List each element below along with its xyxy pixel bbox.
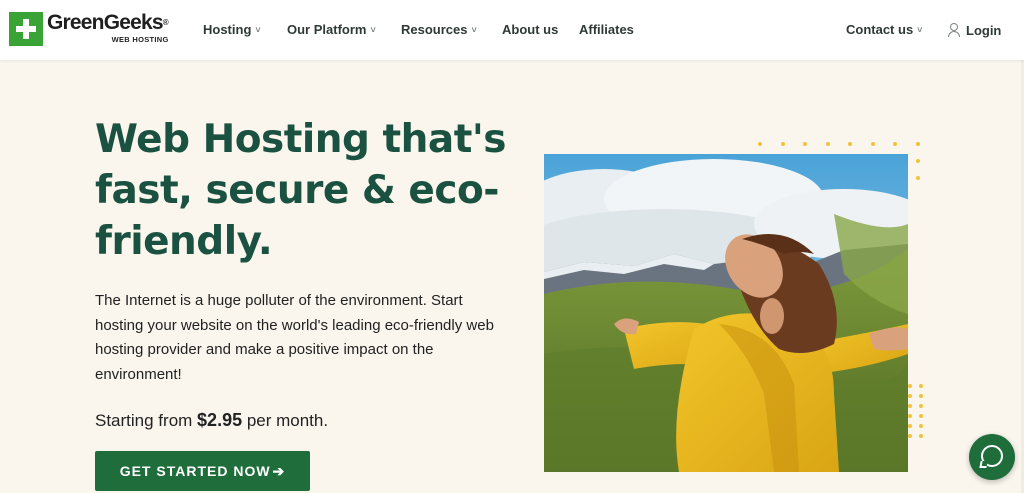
decor-dot <box>825 142 830 146</box>
decor-dot <box>919 394 923 398</box>
decor-dot <box>919 384 923 388</box>
live-chat-button[interactable] <box>969 434 1015 480</box>
arrow-right-icon: ➔ <box>272 462 286 479</box>
decor-dot <box>919 434 923 438</box>
hero-photo <box>544 154 908 472</box>
site-header: GreenGeeks® WEB HOSTING Hosting ˅ Our Pla… <box>0 0 1024 60</box>
chevron-down-icon: ˅ <box>255 25 261 35</box>
decor-dot <box>919 404 923 408</box>
chevron-down-icon: ˅ <box>370 25 376 35</box>
nav-contact-us[interactable]: Contact us ˅ <box>846 22 922 37</box>
plus-logo-icon <box>9 12 43 46</box>
decor-dot <box>780 142 785 146</box>
decor-dot <box>908 414 912 418</box>
decor-dot <box>893 142 897 146</box>
decor-dot <box>919 414 923 418</box>
decor-dot <box>908 384 912 388</box>
decor-dot <box>908 394 912 398</box>
decor-dot <box>908 404 912 408</box>
get-started-button[interactable]: GET STARTED NOW ➔ <box>95 451 310 491</box>
decor-dot <box>803 142 807 146</box>
chevron-down-icon: ˅ <box>471 25 477 35</box>
decor-dot <box>915 142 920 146</box>
logo-tagline: WEB HOSTING <box>111 35 169 44</box>
nav-resources[interactable]: Resources ˅ <box>401 22 477 37</box>
greengeeks-logo[interactable]: GreenGeeks® WEB HOSTING <box>9 12 169 48</box>
decor-dot <box>848 142 852 146</box>
nav-about-us[interactable]: About us <box>502 22 558 37</box>
hero-description: The Internet is a huge polluter of the e… <box>95 292 494 383</box>
decor-dot <box>908 434 912 438</box>
decor-dot <box>915 159 920 163</box>
logo-wordmark: GreenGeeks® <box>47 11 169 34</box>
nav-affiliates[interactable]: Affiliates <box>579 22 634 37</box>
nav-login[interactable]: Login <box>947 22 1001 38</box>
price-value: $2.95 <box>197 410 243 430</box>
user-icon <box>947 23 960 37</box>
decor-dot <box>758 142 762 146</box>
decor-dot <box>870 142 875 146</box>
decor-dot <box>919 424 923 428</box>
nav-our-platform[interactable]: Our Platform ˅ <box>287 22 376 37</box>
hero-heading: Web Hosting that's fast, secure & eco-fr… <box>95 117 507 264</box>
nav-hosting[interactable]: Hosting ˅ <box>203 22 261 37</box>
starting-price: Starting from $2.95 per month. <box>95 410 329 430</box>
chevron-down-icon: ˅ <box>917 25 923 35</box>
decor-dot <box>915 176 920 180</box>
decor-dot <box>908 424 912 428</box>
